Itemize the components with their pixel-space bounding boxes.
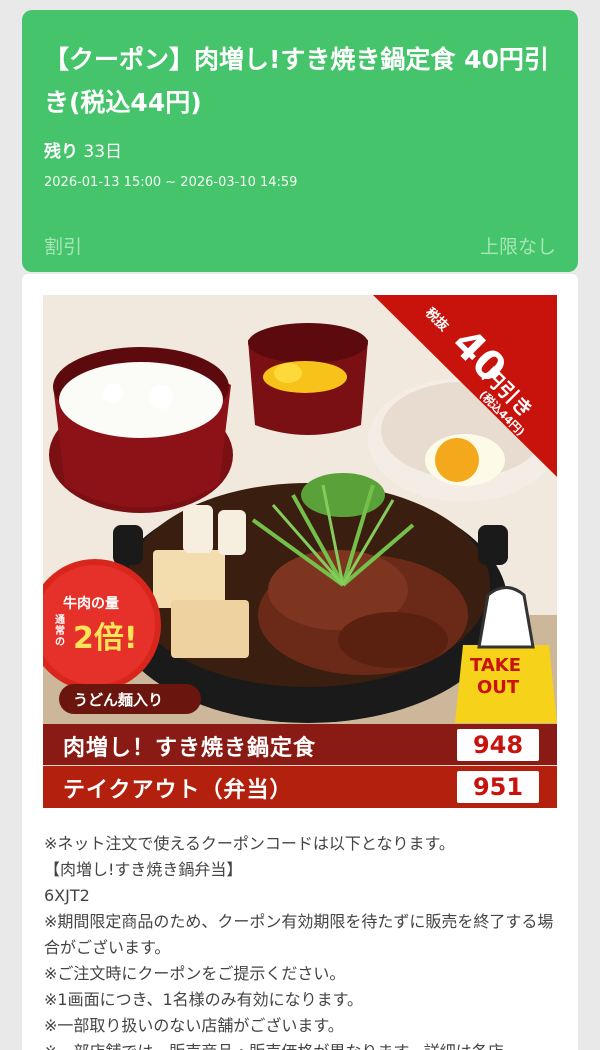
usage-limit: 上限なし: [479, 236, 556, 258]
menu-item-takeout: テイクアウト（弁当） 951: [43, 766, 557, 808]
udon-label: うどん麺入り: [73, 691, 164, 709]
menu-item-name: 肉増し！すき焼き鍋定食: [63, 736, 317, 761]
menu-item-price: 951: [457, 771, 539, 803]
note-line: ※ネット注文で使えるクーポンコードは以下となります。: [44, 834, 455, 853]
note-line: ※期間限定商品のため、クーポン有効期限を待たずに販売を終了する場合がございます。: [44, 912, 554, 957]
remaining-days: 残り 33日: [44, 137, 122, 162]
note-line: 【肉増し!すき焼き鍋弁当】: [44, 860, 243, 879]
takeout-label-2: OUT: [477, 677, 520, 698]
menu-item-name: テイクアウト（弁当）: [63, 778, 293, 803]
menu-item-set-meal: 肉増し！すき焼き鍋定食 948: [43, 724, 557, 766]
beef-label-1: 牛肉の量: [63, 596, 119, 612]
note-line: ※1画面につき、1名様のみ有効になります。: [44, 990, 364, 1009]
beef-label-3: 2倍!: [73, 621, 138, 656]
coupon-header-card: 【クーポン】肉増し!すき焼き鍋定食 40円引き(税込44円) 残り 33日 20…: [22, 10, 578, 272]
coupon-code: 6XJT2: [44, 886, 90, 905]
validity-period: 2026-01-13 15:00 ~ 2026-03-10 14:59: [44, 175, 298, 190]
remaining-label: 残り: [44, 142, 78, 162]
coupon-detail-card: 税抜 40 円引き (税込44円) 牛肉の量 通常の 2倍! うどん麺入り TA…: [22, 274, 578, 1050]
remaining-value: 33日: [83, 142, 123, 162]
takeout-label-1: TAKE: [470, 655, 522, 676]
note-line: ※一部店舗では、販売商品・販売価格が異なります。詳細は各店: [44, 1039, 559, 1050]
note-line: ※ご注文時にクーポンをご提示ください。: [44, 964, 346, 983]
coupon-notes: ※ネット注文で使えるクーポンコードは以下となります。 【肉増し!すき焼き鍋弁当】…: [44, 831, 559, 1050]
promo-image: 税抜 40 円引き (税込44円) 牛肉の量 通常の 2倍! うどん麺入り TA…: [43, 295, 557, 808]
coupon-title: 【クーポン】肉増し!すき焼き鍋定食 40円引き(税込44円): [44, 45, 549, 117]
discount-type: 割引: [44, 236, 83, 258]
note-line: ※一部取り扱いのない店舗がございます。: [44, 1016, 344, 1035]
menu-item-price: 948: [457, 729, 539, 761]
beef-label-2: 通常の: [55, 615, 65, 648]
